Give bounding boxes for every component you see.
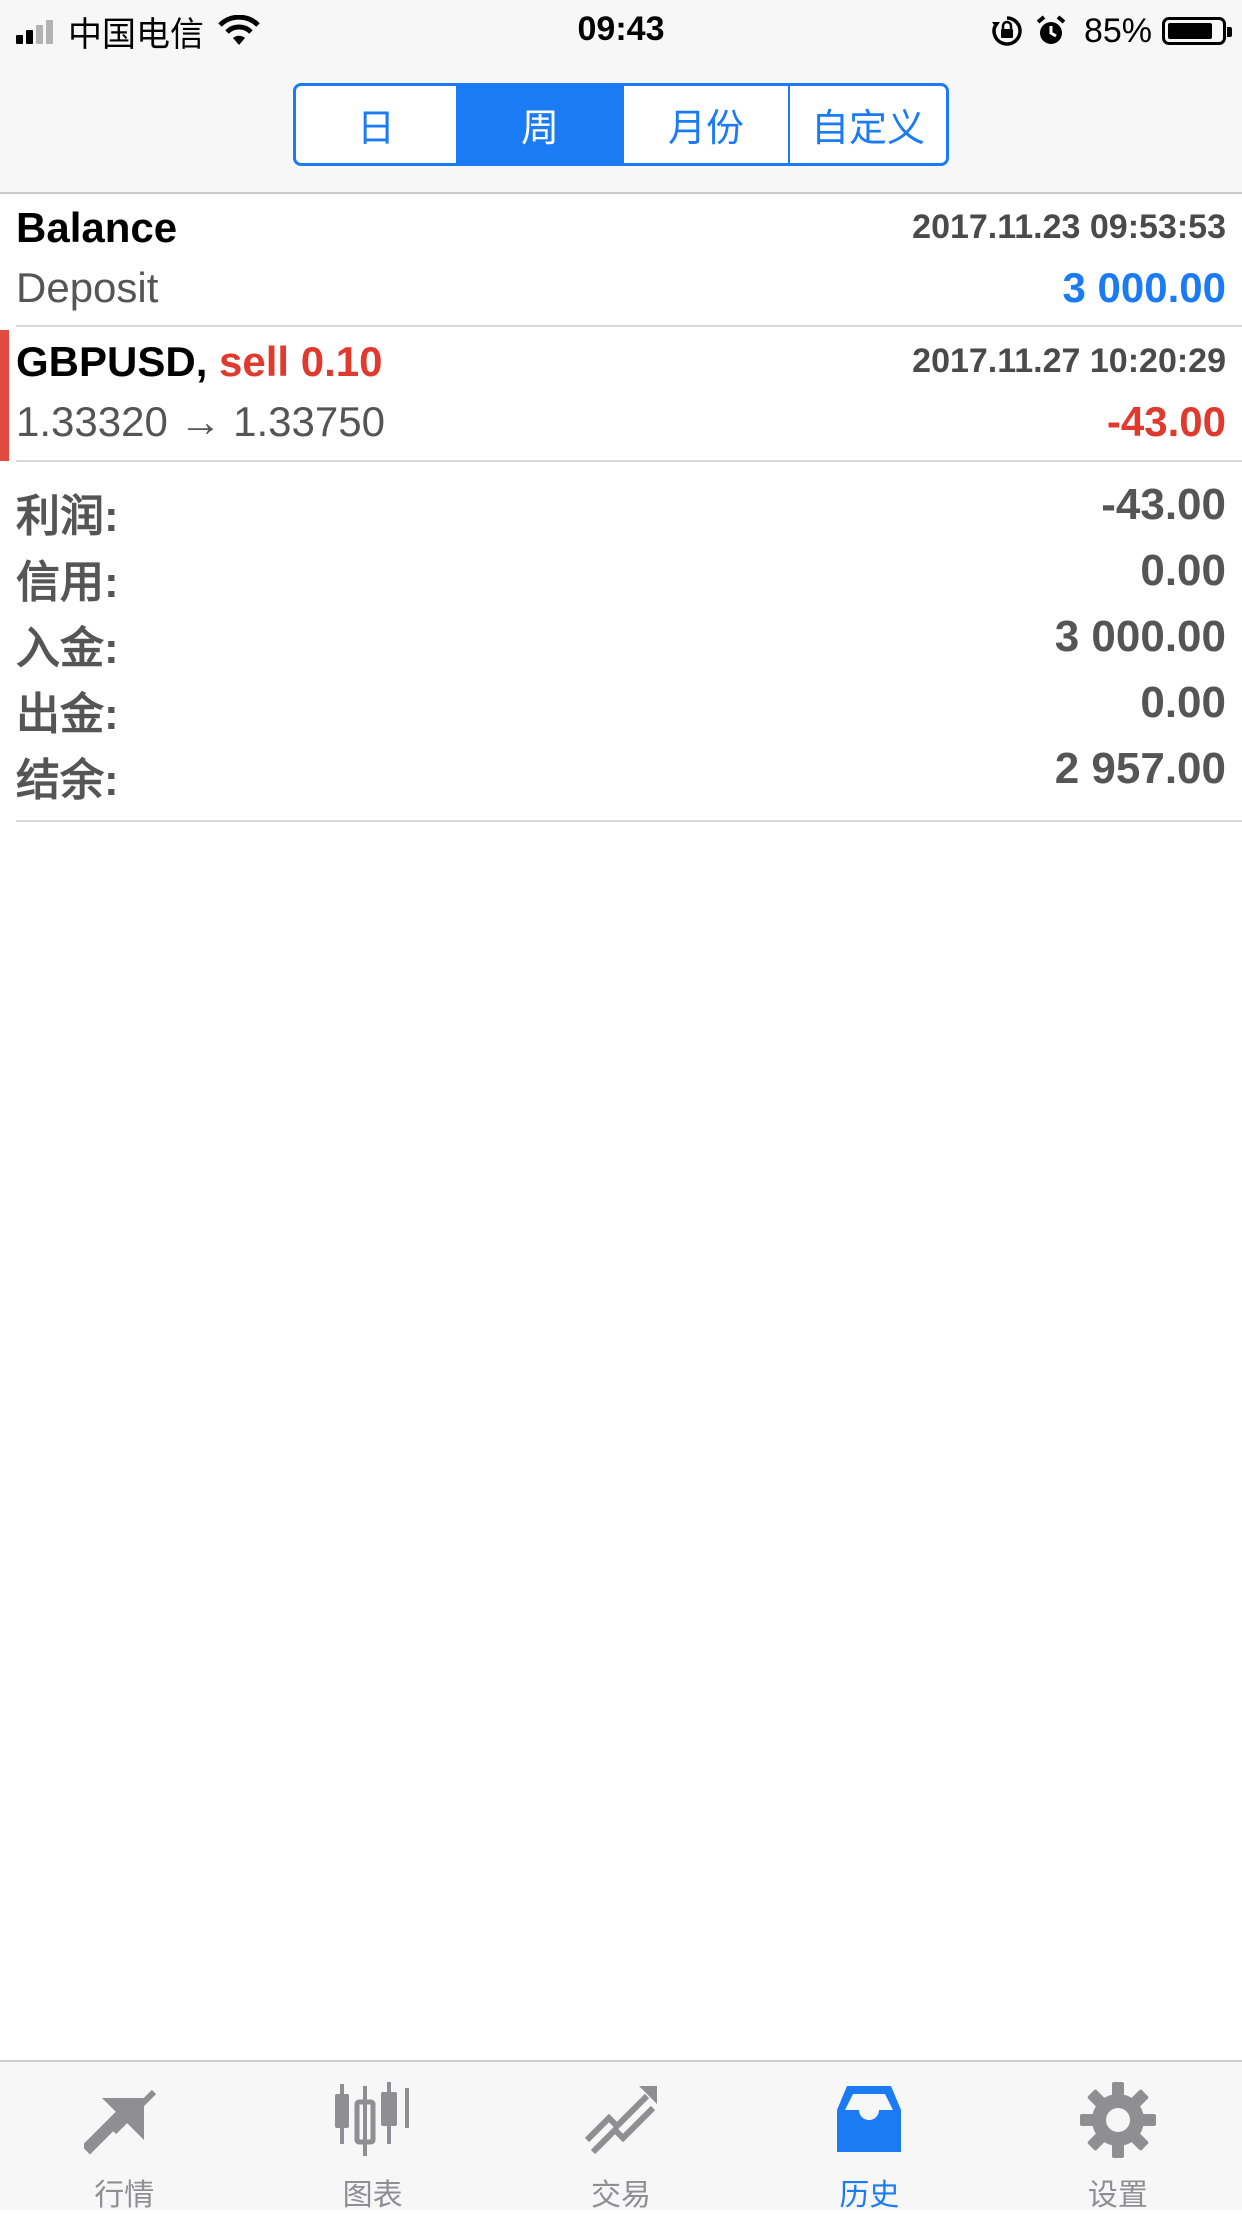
battery-icon [1162,17,1232,45]
tab-history[interactable]: 历史 [745,2062,993,2212]
tab-label: 交易 [591,2179,652,2212]
trade-trend-icon [584,2086,658,2155]
summary-deposit: 入金: 3 000.00 [16,612,1226,678]
gear-icon [1079,2082,1156,2158]
status-bar: 中国电信 09:43 85% [0,0,1242,62]
row-divider [16,460,1242,462]
period-toolbar: 日 周 月份 自定义 [0,62,1242,194]
rotation-lock-icon [991,16,1022,46]
row-title: Balance [16,204,178,251]
tab-quotes[interactable]: 行情 [0,2062,248,2212]
history-row-trade[interactable]: GBPUSD, sell 0.10 2017.11.27 10:20:29 1.… [0,328,1242,460]
segment-month[interactable]: 月份 [624,86,790,163]
tab-charts[interactable]: 图表 [248,2062,496,2212]
summary-label: 结余: [16,756,119,805]
tab-trade[interactable]: 交易 [497,2062,745,2212]
tab-label: 图表 [342,2179,403,2212]
summary-value: -43.00 [1101,480,1226,529]
trade-prices: 1.33320 → 1.33750 [16,398,385,445]
tab-label: 设置 [1087,2179,1148,2212]
summary-label: 入金: [16,624,119,673]
row-detail: Deposit [16,264,159,311]
summary-value: 2 957.00 [1054,744,1226,793]
summary-label: 利润: [16,492,119,541]
quotes-arrows-icon [84,2089,157,2155]
summary-label: 出金: [16,690,119,739]
segment-custom[interactable]: 自定义 [790,86,946,163]
history-row-balance[interactable]: Balance 2017.11.23 09:53:53 Deposit 3 00… [0,194,1242,324]
tab-bar: 行情 图表 交易 历史 设置 [0,2060,1242,2212]
row-title: GBPUSD, sell 0.10 [16,338,383,386]
period-segmented-control: 日 周 月份 自定义 [293,83,949,166]
trade-action: sell 0.10 [219,338,383,385]
summary-withdrawal: 出金: 0.00 [16,678,1226,744]
tab-label: 历史 [839,2179,900,2212]
history-inbox-icon [837,2086,902,2152]
row-amount: 3 000.00 [1062,264,1227,311]
candlestick-chart-icon [334,2082,409,2156]
summary-value: 0.00 [1140,546,1226,595]
segment-day[interactable]: 日 [296,86,458,163]
row-amount: -43.00 [1106,398,1226,445]
summary-balance: 结余: 2 957.00 [16,744,1226,810]
summary-label: 信用: [16,558,119,607]
tab-settings[interactable]: 设置 [994,2062,1242,2212]
trade-symbol: GBPUSD, [16,338,208,385]
tab-label: 行情 [94,2179,155,2212]
summary-value: 3 000.00 [1054,612,1226,661]
battery-percent: 85% [1083,11,1152,50]
summary-credit: 信用: 0.00 [16,546,1226,612]
row-timestamp: 2017.11.23 09:53:53 [912,208,1226,246]
summary-profit: 利润: -43.00 [16,480,1226,546]
row-timestamp: 2017.11.27 10:20:29 [912,342,1226,380]
summary-divider [16,820,1242,822]
row-divider [16,325,1242,327]
summary-value: 0.00 [1140,678,1226,727]
alarm-icon [1036,15,1066,44]
segment-week[interactable]: 周 [458,86,624,163]
